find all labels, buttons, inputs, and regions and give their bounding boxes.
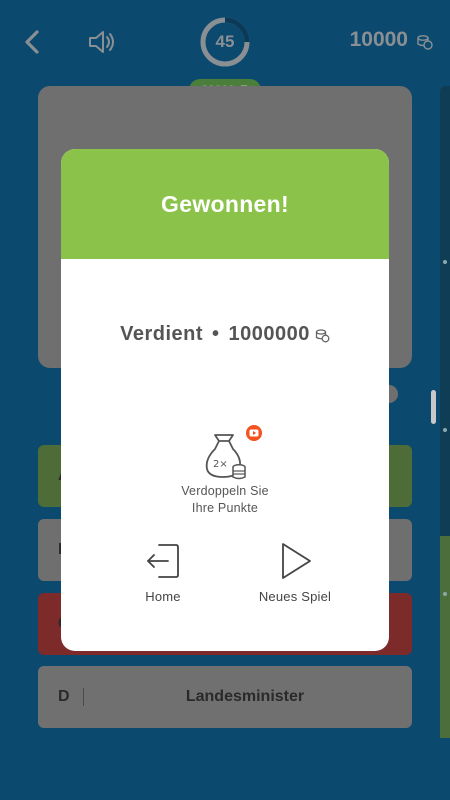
home-button[interactable]: Home — [133, 539, 193, 609]
double-points-button[interactable]: 2× Verdoppeln Sie Ihre Punkte — [165, 423, 285, 519]
exit-door-icon — [147, 544, 179, 578]
dialog-header: Gewonnen! — [61, 149, 389, 259]
video-play-icon — [246, 425, 262, 441]
earned-label: Verdient — [120, 322, 204, 345]
home-label: Home — [145, 589, 181, 604]
double-label-line2: Ihre Punkte — [191, 501, 259, 515]
coin-stack-icon — [315, 329, 330, 343]
double-points-label: Verdoppeln Sie Ihre Punkte — [165, 483, 285, 517]
play-triangle-icon — [282, 543, 311, 579]
money-bag-icon: 2× — [205, 434, 246, 480]
earned-points: Verdient • 1000000 — [61, 319, 389, 349]
dialog-title: Gewonnen! — [161, 190, 289, 217]
new-game-label: Neues Spiel — [258, 589, 332, 604]
earned-value: 1000000 — [228, 322, 310, 345]
double-badge: 2× — [213, 459, 228, 470]
earned-separator: • — [212, 322, 220, 345]
new-game-button[interactable]: Neues Spiel — [245, 539, 345, 609]
double-label-line1: Verdoppeln Sie — [181, 484, 269, 498]
result-dialog: Gewonnen! Verdient • 1000000 2× Verdoppe… — [61, 149, 389, 651]
